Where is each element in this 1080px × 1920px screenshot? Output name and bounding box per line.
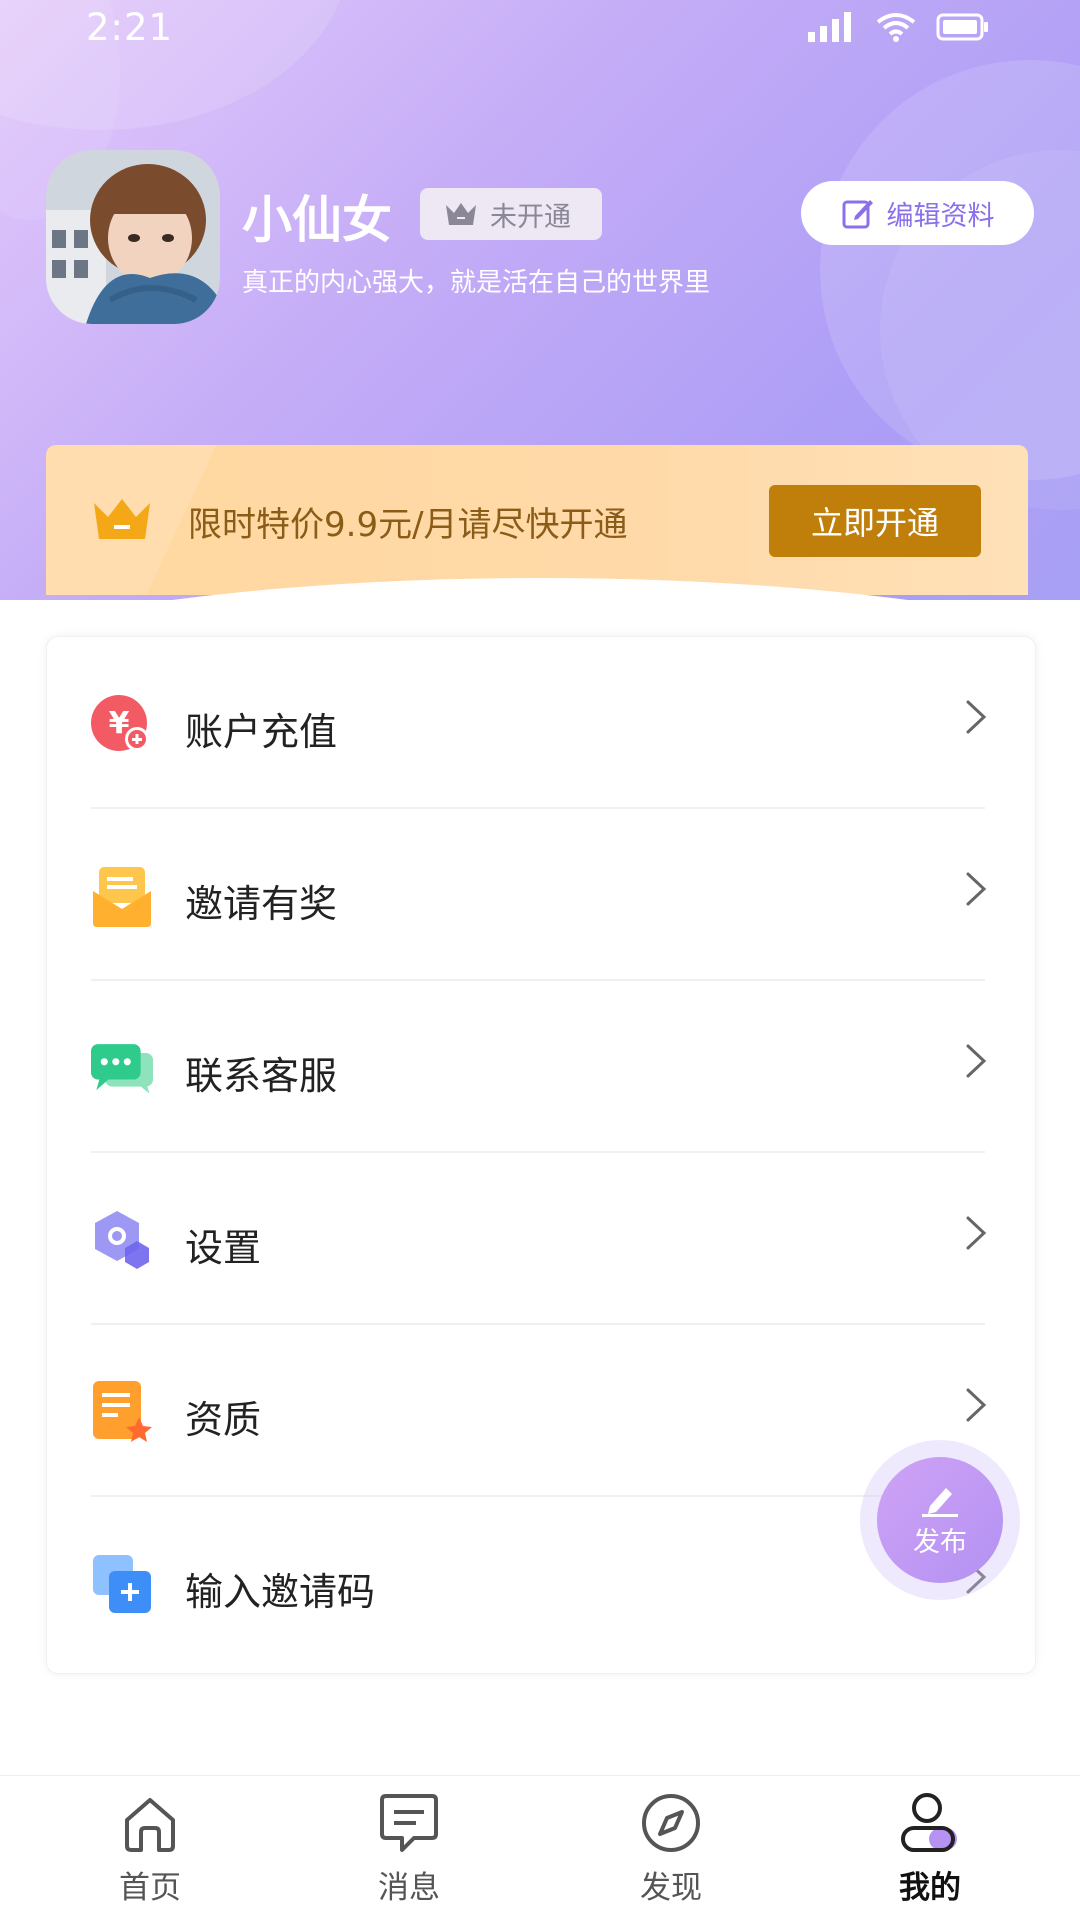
menu-item-settings[interactable]: 设置 (47, 1153, 1037, 1325)
status-bar: 2:21 (0, 0, 1080, 60)
menu-item-recharge[interactable]: ¥ 账户充值 (47, 637, 1037, 809)
username: 小仙女 (242, 191, 392, 249)
battery-icon (936, 13, 988, 41)
discover-icon (642, 1794, 700, 1852)
chevron-right-icon (966, 700, 987, 734)
tab-home[interactable]: 首页 (80, 1790, 220, 1910)
profile-bio: 真正的内心强大，就是活在自己的世界里 (242, 268, 711, 298)
vip-promo-text: 限时特价9.9元/月请尽快开通 (188, 505, 628, 545)
tab-discover[interactable]: 发现 (601, 1790, 741, 1910)
edit-profile-label: 编辑资料 (886, 200, 995, 232)
crown-icon (446, 203, 476, 225)
vip-crown-icon (94, 499, 150, 539)
vip-activate-button[interactable]: 立即开通 (769, 485, 981, 557)
profile-header: 2:21 小仙女 未开通 真正的内心强大，就是活在自己的世界里 编辑资料 限时特… (0, 0, 1080, 600)
chevron-right-icon (966, 872, 987, 906)
menu-item-label: 设置 (185, 1226, 262, 1270)
menu-item-label: 邀请有奖 (185, 882, 338, 926)
message-icon (380, 1794, 438, 1852)
tab-label: 首页 (119, 1870, 181, 1906)
menu-item-label: 联系客服 (185, 1054, 338, 1098)
menu-item-label: 资质 (185, 1398, 262, 1442)
status-icons (808, 12, 990, 42)
avatar-image (46, 150, 220, 324)
chevron-right-icon (966, 1044, 987, 1078)
avatar[interactable] (46, 150, 220, 324)
tab-label: 消息 (378, 1870, 440, 1906)
wifi-icon (876, 13, 916, 42)
tab-messages[interactable]: 消息 (339, 1790, 479, 1910)
edit-icon (842, 200, 873, 229)
tab-label: 发现 (640, 1870, 702, 1906)
customer-service-icon (91, 1044, 153, 1094)
profile-screen: 2:21 小仙女 未开通 真正的内心强大，就是活在自己的世界里 编辑资料 限时特… (0, 0, 1080, 1920)
edit-profile-button[interactable]: 编辑资料 (801, 181, 1034, 245)
menu-item-label: 账户充值 (185, 710, 338, 754)
profile-icon (901, 1793, 957, 1852)
chevron-right-icon (966, 1388, 987, 1422)
settings-icon (95, 1211, 149, 1269)
publish-label: 发布 (913, 1526, 967, 1558)
signal-icon (808, 12, 851, 42)
vip-status-label: 未开通 (490, 201, 571, 233)
recharge-icon: ¥ (91, 695, 149, 751)
menu-item-label: 输入邀请码 (185, 1570, 376, 1614)
invite-reward-icon (93, 867, 151, 927)
tab-label: 我的 (899, 1870, 961, 1906)
publish-button[interactable]: 发布 (877, 1457, 1003, 1583)
invite-code-icon (93, 1555, 151, 1613)
status-time: 2:21 (86, 6, 174, 49)
qualification-icon (93, 1381, 152, 1442)
chevron-right-icon (966, 1216, 987, 1250)
pen-icon (922, 1487, 958, 1517)
home-icon (125, 1798, 175, 1852)
tab-profile[interactable]: 我的 (860, 1790, 1000, 1910)
menu-item-customer-service[interactable]: 联系客服 (47, 981, 1037, 1153)
vip-promo-banner: 限时特价9.9元/月请尽快开通 立即开通 (46, 445, 1028, 595)
vip-status-badge: 未开通 (420, 188, 602, 240)
bottom-tab-bar: 首页 消息 发现 我的 (0, 1775, 1080, 1920)
menu-item-invite-reward[interactable]: 邀请有奖 (47, 809, 1037, 981)
